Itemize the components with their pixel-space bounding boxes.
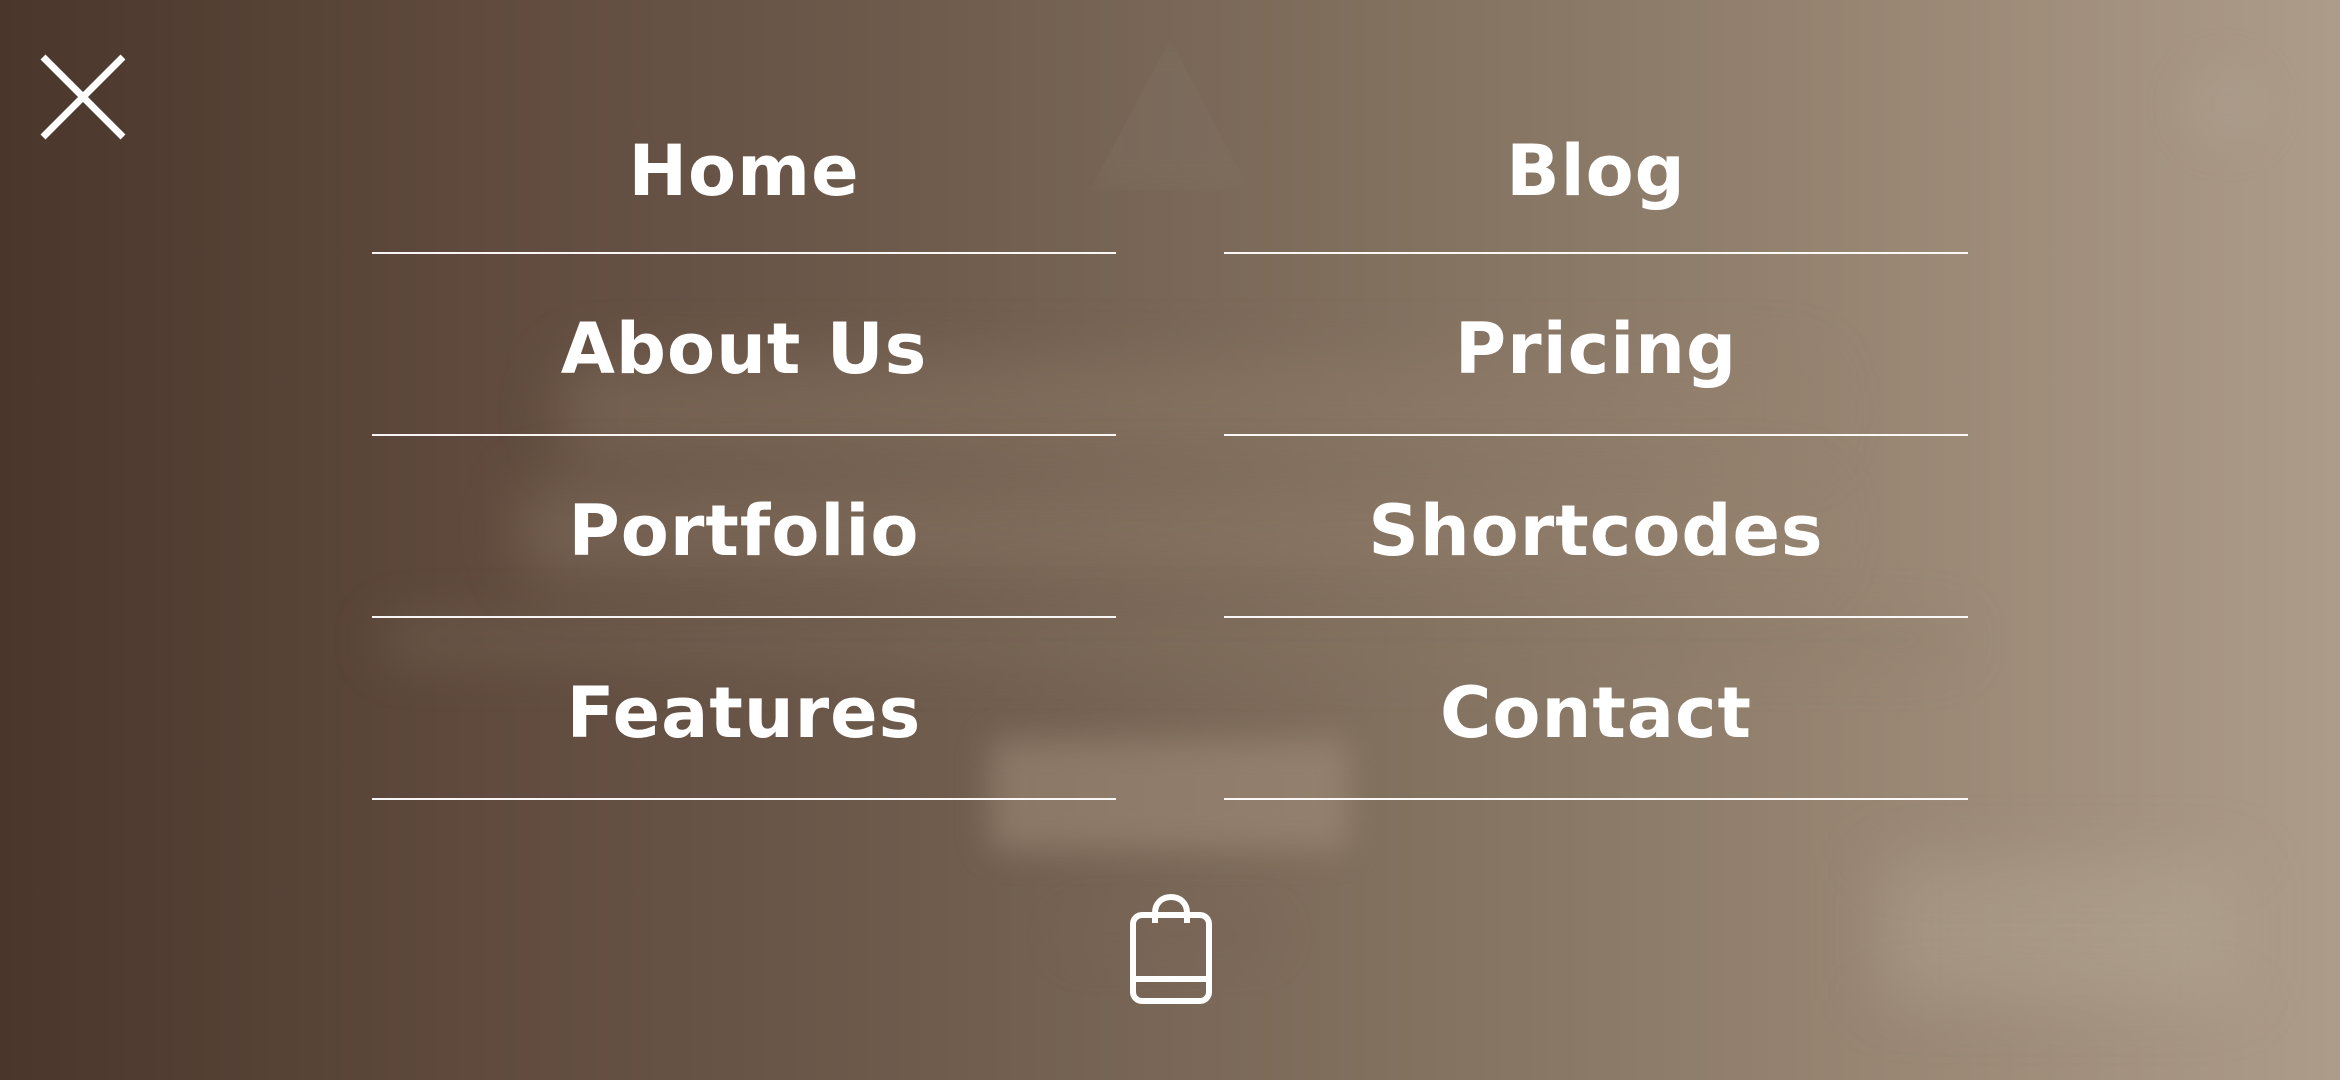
menu-overlay: Home Blog About Us Pricing Portfolio Sho… <box>0 0 2340 1080</box>
cart-button[interactable] <box>1128 893 1214 1005</box>
menu-item-contact[interactable]: Contact <box>1224 618 1968 800</box>
menu-item-about-us[interactable]: About Us <box>372 254 1116 436</box>
shopping-bag-icon <box>1130 893 1212 1004</box>
menu-item-shortcodes[interactable]: Shortcodes <box>1224 436 1968 618</box>
menu-item-portfolio[interactable]: Portfolio <box>372 436 1116 618</box>
menu-item-home[interactable]: Home <box>372 80 1116 254</box>
close-icon <box>40 54 126 140</box>
menu-item-features[interactable]: Features <box>372 618 1116 800</box>
menu-item-blog[interactable]: Blog <box>1224 80 1968 254</box>
close-button[interactable] <box>38 52 128 142</box>
menu-item-pricing[interactable]: Pricing <box>1224 254 1968 436</box>
main-menu: Home Blog About Us Pricing Portfolio Sho… <box>372 80 1968 800</box>
